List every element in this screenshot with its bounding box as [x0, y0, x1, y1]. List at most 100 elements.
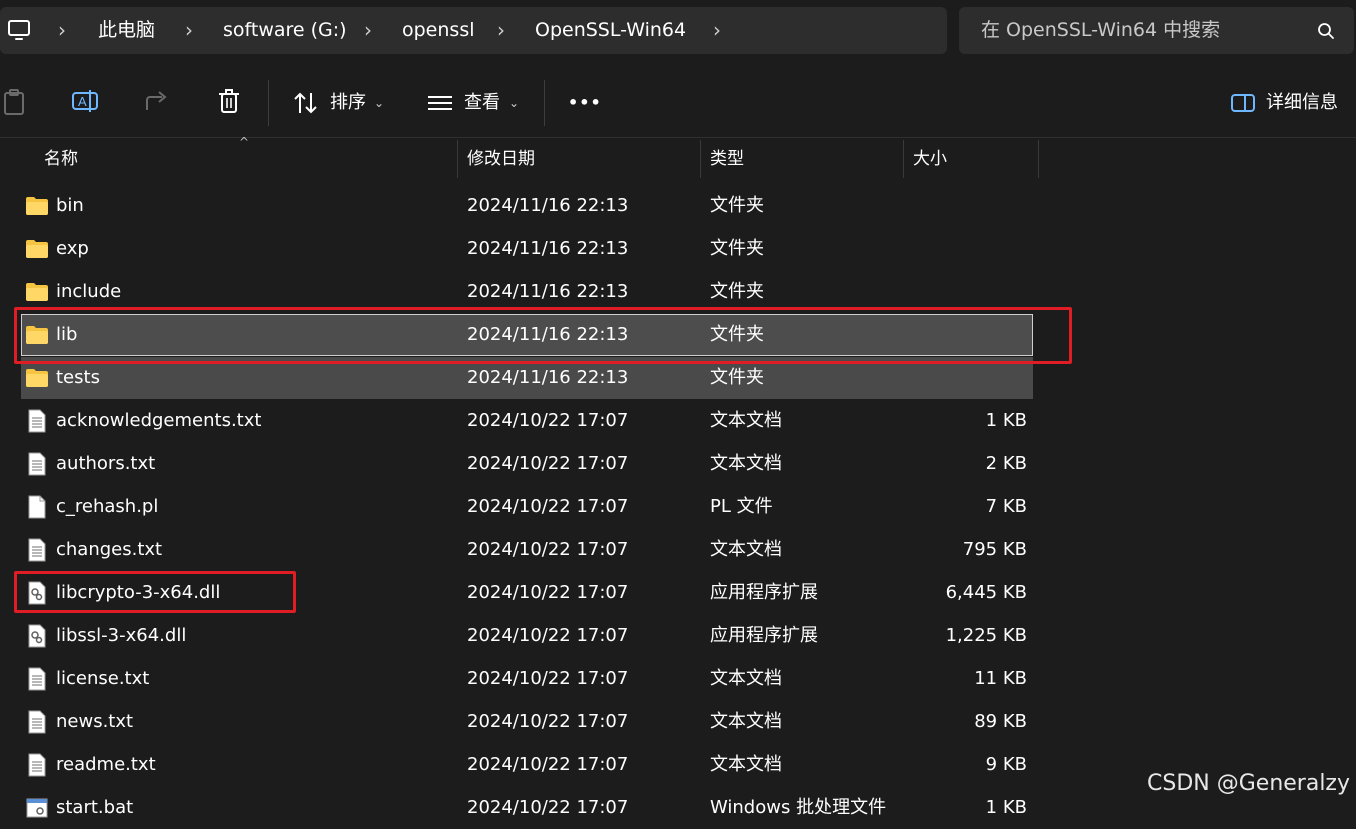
- file-name: acknowledgements.txt: [56, 410, 262, 431]
- file-name: changes.txt: [56, 539, 163, 560]
- file-row[interactable]: readme.txt 2024/10/22 17:07 文本文档 9 KB: [21, 744, 1033, 786]
- file-row[interactable]: exp 2024/11/16 22:13 文件夹: [21, 228, 1033, 270]
- details-pane-icon: [1231, 94, 1255, 112]
- details-pane-button[interactable]: 详细信息: [1228, 86, 1346, 120]
- file-modified-date: 2024/10/22 17:07: [467, 797, 629, 818]
- column-divider[interactable]: [457, 140, 458, 178]
- file-name: start.bat: [56, 797, 134, 818]
- paste-icon[interactable]: [0, 86, 30, 116]
- view-button[interactable]: 查看 ⌄: [426, 86, 526, 120]
- file-modified-date: 2024/10/22 17:07: [467, 410, 629, 431]
- file-row[interactable]: authors.txt 2024/10/22 17:07 文本文档 2 KB: [21, 443, 1033, 485]
- delete-icon[interactable]: [214, 86, 244, 116]
- sort-label: 排序: [330, 92, 366, 113]
- svg-text:A: A: [78, 94, 87, 109]
- sort-ascending-icon: ^: [239, 135, 250, 149]
- file-modified-date: 2024/10/22 17:07: [467, 539, 629, 560]
- file-row[interactable]: license.txt 2024/10/22 17:07 文本文档 11 KB: [21, 658, 1033, 700]
- folder-icon: [25, 280, 49, 304]
- column-header-name[interactable]: 名称: [44, 140, 78, 178]
- file-type: 文件夹: [710, 238, 764, 259]
- text-file-icon: [25, 667, 49, 691]
- file-modified-date: 2024/10/22 17:07: [467, 711, 629, 732]
- file-row[interactable]: acknowledgements.txt 2024/10/22 17:07 文本文档…: [21, 400, 1033, 442]
- folder-icon: [25, 237, 49, 261]
- breadcrumb-openssl-win64[interactable]: OpenSSL-Win64: [535, 7, 686, 54]
- file-type: 应用程序扩展: [710, 625, 818, 646]
- file-size: 89 KB: [974, 711, 1027, 732]
- file-type: 文本文档: [710, 539, 782, 560]
- breadcrumb-drive[interactable]: software (G:): [223, 7, 347, 54]
- file-size: 9 KB: [985, 754, 1027, 775]
- breadcrumb-this-pc[interactable]: 此电脑: [98, 7, 155, 54]
- search-icon[interactable]: [1317, 22, 1335, 40]
- file-size: 11 KB: [974, 668, 1027, 689]
- blank-file-icon: [25, 495, 49, 519]
- file-type: 文件夹: [710, 195, 764, 216]
- annotation-highlight-lib: [14, 307, 1072, 364]
- file-name: news.txt: [56, 711, 134, 732]
- file-size: 795 KB: [962, 539, 1027, 560]
- details-pane-label: 详细信息: [1266, 92, 1338, 113]
- file-type: 文本文档: [710, 410, 782, 431]
- file-size: 1,225 KB: [945, 625, 1027, 646]
- bat-file-icon: [25, 796, 49, 820]
- file-name: authors.txt: [56, 453, 156, 474]
- file-modified-date: 2024/10/22 17:07: [467, 496, 629, 517]
- column-divider[interactable]: [1038, 140, 1039, 178]
- file-name: c_rehash.pl: [56, 496, 159, 517]
- chevron-down-icon: ⌄: [374, 96, 385, 110]
- share-icon[interactable]: [142, 86, 172, 116]
- toolbar-bottom-divider: [0, 137, 1356, 138]
- file-modified-date: 2024/10/22 17:07: [467, 582, 629, 603]
- text-file-icon: [25, 538, 49, 562]
- file-type: 文本文档: [710, 711, 782, 732]
- file-row[interactable]: c_rehash.pl 2024/10/22 17:07 PL 文件 7 KB: [21, 486, 1033, 528]
- computer-icon[interactable]: [7, 19, 31, 43]
- file-row[interactable]: libssl-3-x64.dll 2024/10/22 17:07 应用程序扩展 1,…: [21, 615, 1033, 657]
- view-label: 查看: [464, 92, 500, 113]
- breadcrumb-chevron-icon[interactable]: ›: [58, 7, 66, 54]
- file-modified-date: 2024/10/22 17:07: [467, 754, 629, 775]
- sort-button[interactable]: 排序 ⌄: [290, 86, 390, 120]
- breadcrumb-openssl[interactable]: openssl: [402, 7, 475, 54]
- breadcrumb-chevron-icon[interactable]: ›: [497, 7, 505, 54]
- sort-icon: [294, 92, 317, 114]
- file-row[interactable]: bin 2024/11/16 22:13 文件夹: [21, 185, 1033, 227]
- file-size: 1 KB: [985, 797, 1027, 818]
- breadcrumb-chevron-icon[interactable]: ›: [185, 7, 193, 54]
- more-options-button[interactable]: •••: [568, 86, 602, 120]
- text-file-icon: [25, 452, 49, 476]
- file-type: 文本文档: [710, 754, 782, 775]
- file-type: 文本文档: [710, 668, 782, 689]
- column-header-size[interactable]: 大小: [913, 140, 947, 178]
- file-type: PL 文件: [710, 496, 773, 517]
- file-row[interactable]: start.bat 2024/10/22 17:07 Windows 批处理文件 1 …: [21, 787, 1033, 829]
- toolbar-divider: [544, 80, 545, 126]
- file-modified-date: 2024/11/16 22:13: [467, 238, 629, 259]
- watermark: CSDN @Generalzy: [1147, 771, 1350, 796]
- annotation-highlight-libcrypto: [14, 571, 296, 613]
- column-header-modified[interactable]: 修改日期: [467, 140, 535, 178]
- folder-icon: [25, 366, 49, 390]
- file-row[interactable]: changes.txt 2024/10/22 17:07 文本文档 795 KB: [21, 529, 1033, 571]
- column-divider[interactable]: [903, 140, 904, 178]
- file-name: exp: [56, 238, 89, 259]
- dll-file-icon: [25, 624, 49, 648]
- column-divider[interactable]: [700, 140, 701, 178]
- file-size: 6,445 KB: [945, 582, 1027, 603]
- breadcrumb-chevron-icon[interactable]: ›: [364, 7, 372, 54]
- text-file-icon: [25, 753, 49, 777]
- column-header-type[interactable]: 类型: [710, 140, 744, 178]
- file-row[interactable]: news.txt 2024/10/22 17:07 文本文档 89 KB: [21, 701, 1033, 743]
- file-size: 7 KB: [985, 496, 1027, 517]
- file-type: 应用程序扩展: [710, 582, 818, 603]
- rename-icon[interactable]: A: [70, 86, 100, 116]
- file-modified-date: 2024/11/16 22:13: [467, 195, 629, 216]
- search-placeholder: 在 OpenSSL-Win64 中搜索: [981, 19, 1221, 41]
- command-bar: [0, 66, 1356, 138]
- file-modified-date: 2024/10/22 17:07: [467, 668, 629, 689]
- file-type: Windows 批处理文件: [710, 797, 887, 818]
- file-size: 1 KB: [985, 410, 1027, 431]
- breadcrumb-chevron-icon[interactable]: ›: [713, 7, 721, 54]
